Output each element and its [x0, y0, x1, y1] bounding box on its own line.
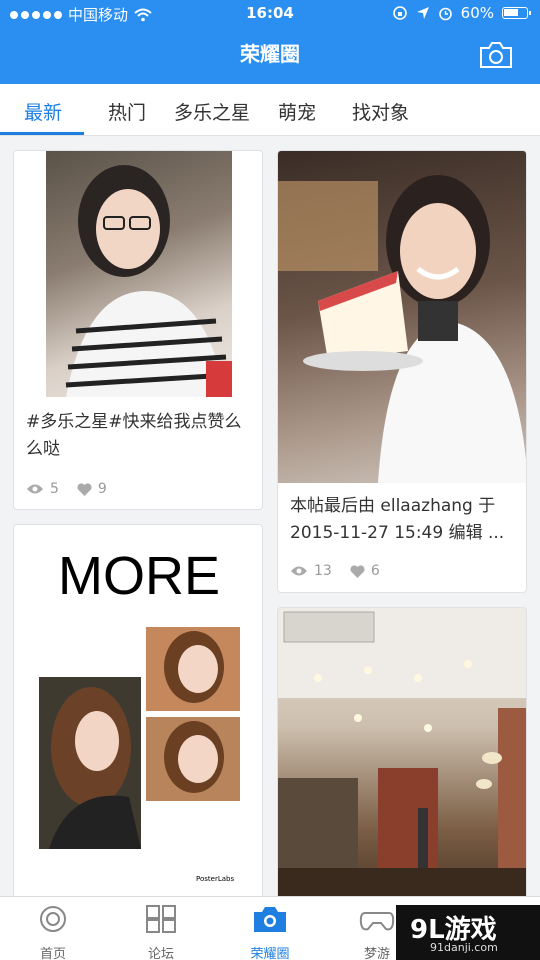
nav-honor-circle-label: 荣耀圈 [250, 947, 290, 960]
post-image [278, 608, 526, 903]
tab-latest[interactable]: 最新 [24, 98, 62, 125]
post-text: 本帖最后由 ellaazhang 于 2015-11-27 15:49 编辑 .… [290, 496, 505, 543]
post-stats: 5 9 [26, 481, 107, 497]
view-count: 13 [290, 563, 332, 579]
collage-photo [146, 627, 240, 711]
post-card[interactable]: 本帖最后由 ellaazhang 于 2015-11-27 15:49 编辑 .… [277, 150, 527, 593]
post-text: #多乐之星#快来给我点赞么么哒 [26, 412, 242, 459]
battery-icon [502, 7, 531, 19]
nav-forum-label: 论坛 [147, 947, 174, 960]
like-count[interactable]: 9 [77, 481, 107, 497]
post-stats: 13 6 [290, 563, 380, 579]
status-bar: 中国移动 16:04 60% [0, 0, 540, 28]
like-count-value: 9 [97, 481, 107, 497]
post-image [278, 151, 526, 483]
collage-photo [146, 717, 240, 801]
like-count[interactable]: 6 [350, 563, 380, 579]
location-icon [416, 7, 429, 19]
tab-pets[interactable]: 萌宠 [278, 98, 316, 125]
grid-icon [146, 905, 176, 933]
view-count: 5 [26, 481, 59, 497]
tab-dating[interactable]: 找对象 [352, 98, 409, 125]
gamepad-icon [359, 912, 395, 931]
post-image [46, 151, 232, 397]
rotation-lock-icon [392, 6, 407, 20]
camera-icon [254, 907, 286, 932]
site-watermark: 9L游戏 91danji.com [396, 905, 540, 960]
nav-home[interactable]: 首页 [18, 905, 88, 960]
cafe-photo [278, 608, 526, 903]
nav-forum[interactable]: 论坛 [126, 905, 196, 960]
tab-active-indicator [0, 132, 84, 135]
tab-duole-star[interactable]: 多乐之星 [174, 98, 250, 125]
cake-photo [278, 175, 526, 483]
app-header: 中国移动 16:04 60% 荣耀圈 [0, 0, 540, 84]
eye-icon [27, 484, 43, 494]
page-title: 荣耀圈 [240, 42, 300, 66]
post-card[interactable]: #多乐之星#快来给我点赞么么哒 5 9 [13, 150, 263, 510]
view-count-value: 13 [314, 563, 332, 579]
battery-percent: 60% [460, 4, 494, 22]
nav-home-label: 首页 [39, 947, 66, 960]
eye-icon [291, 566, 307, 576]
heart-icon [77, 482, 92, 496]
home-icon [40, 906, 66, 932]
nav-honor-circle[interactable]: 荣耀圈 [235, 905, 305, 960]
view-count-value: 5 [50, 481, 59, 497]
collage-photo [39, 677, 141, 849]
heart-icon [350, 564, 365, 578]
portrait-photo [65, 165, 232, 397]
camera-button[interactable] [478, 40, 514, 70]
post-card[interactable] [277, 607, 527, 904]
alarm-icon [438, 7, 452, 20]
status-right: 60% [392, 4, 531, 22]
like-count-value: 6 [370, 563, 380, 579]
watermark-url: 91danji.com [430, 941, 498, 954]
tab-hot[interactable]: 热门 [108, 98, 146, 125]
post-card[interactable]: MORE PosterLabs [13, 524, 263, 904]
collage-footer: PosterLabs [196, 875, 235, 883]
collage-title: MORE [58, 546, 220, 606]
category-tabs: 最新 热门 多乐之星 萌宠 找对象 [0, 84, 540, 136]
